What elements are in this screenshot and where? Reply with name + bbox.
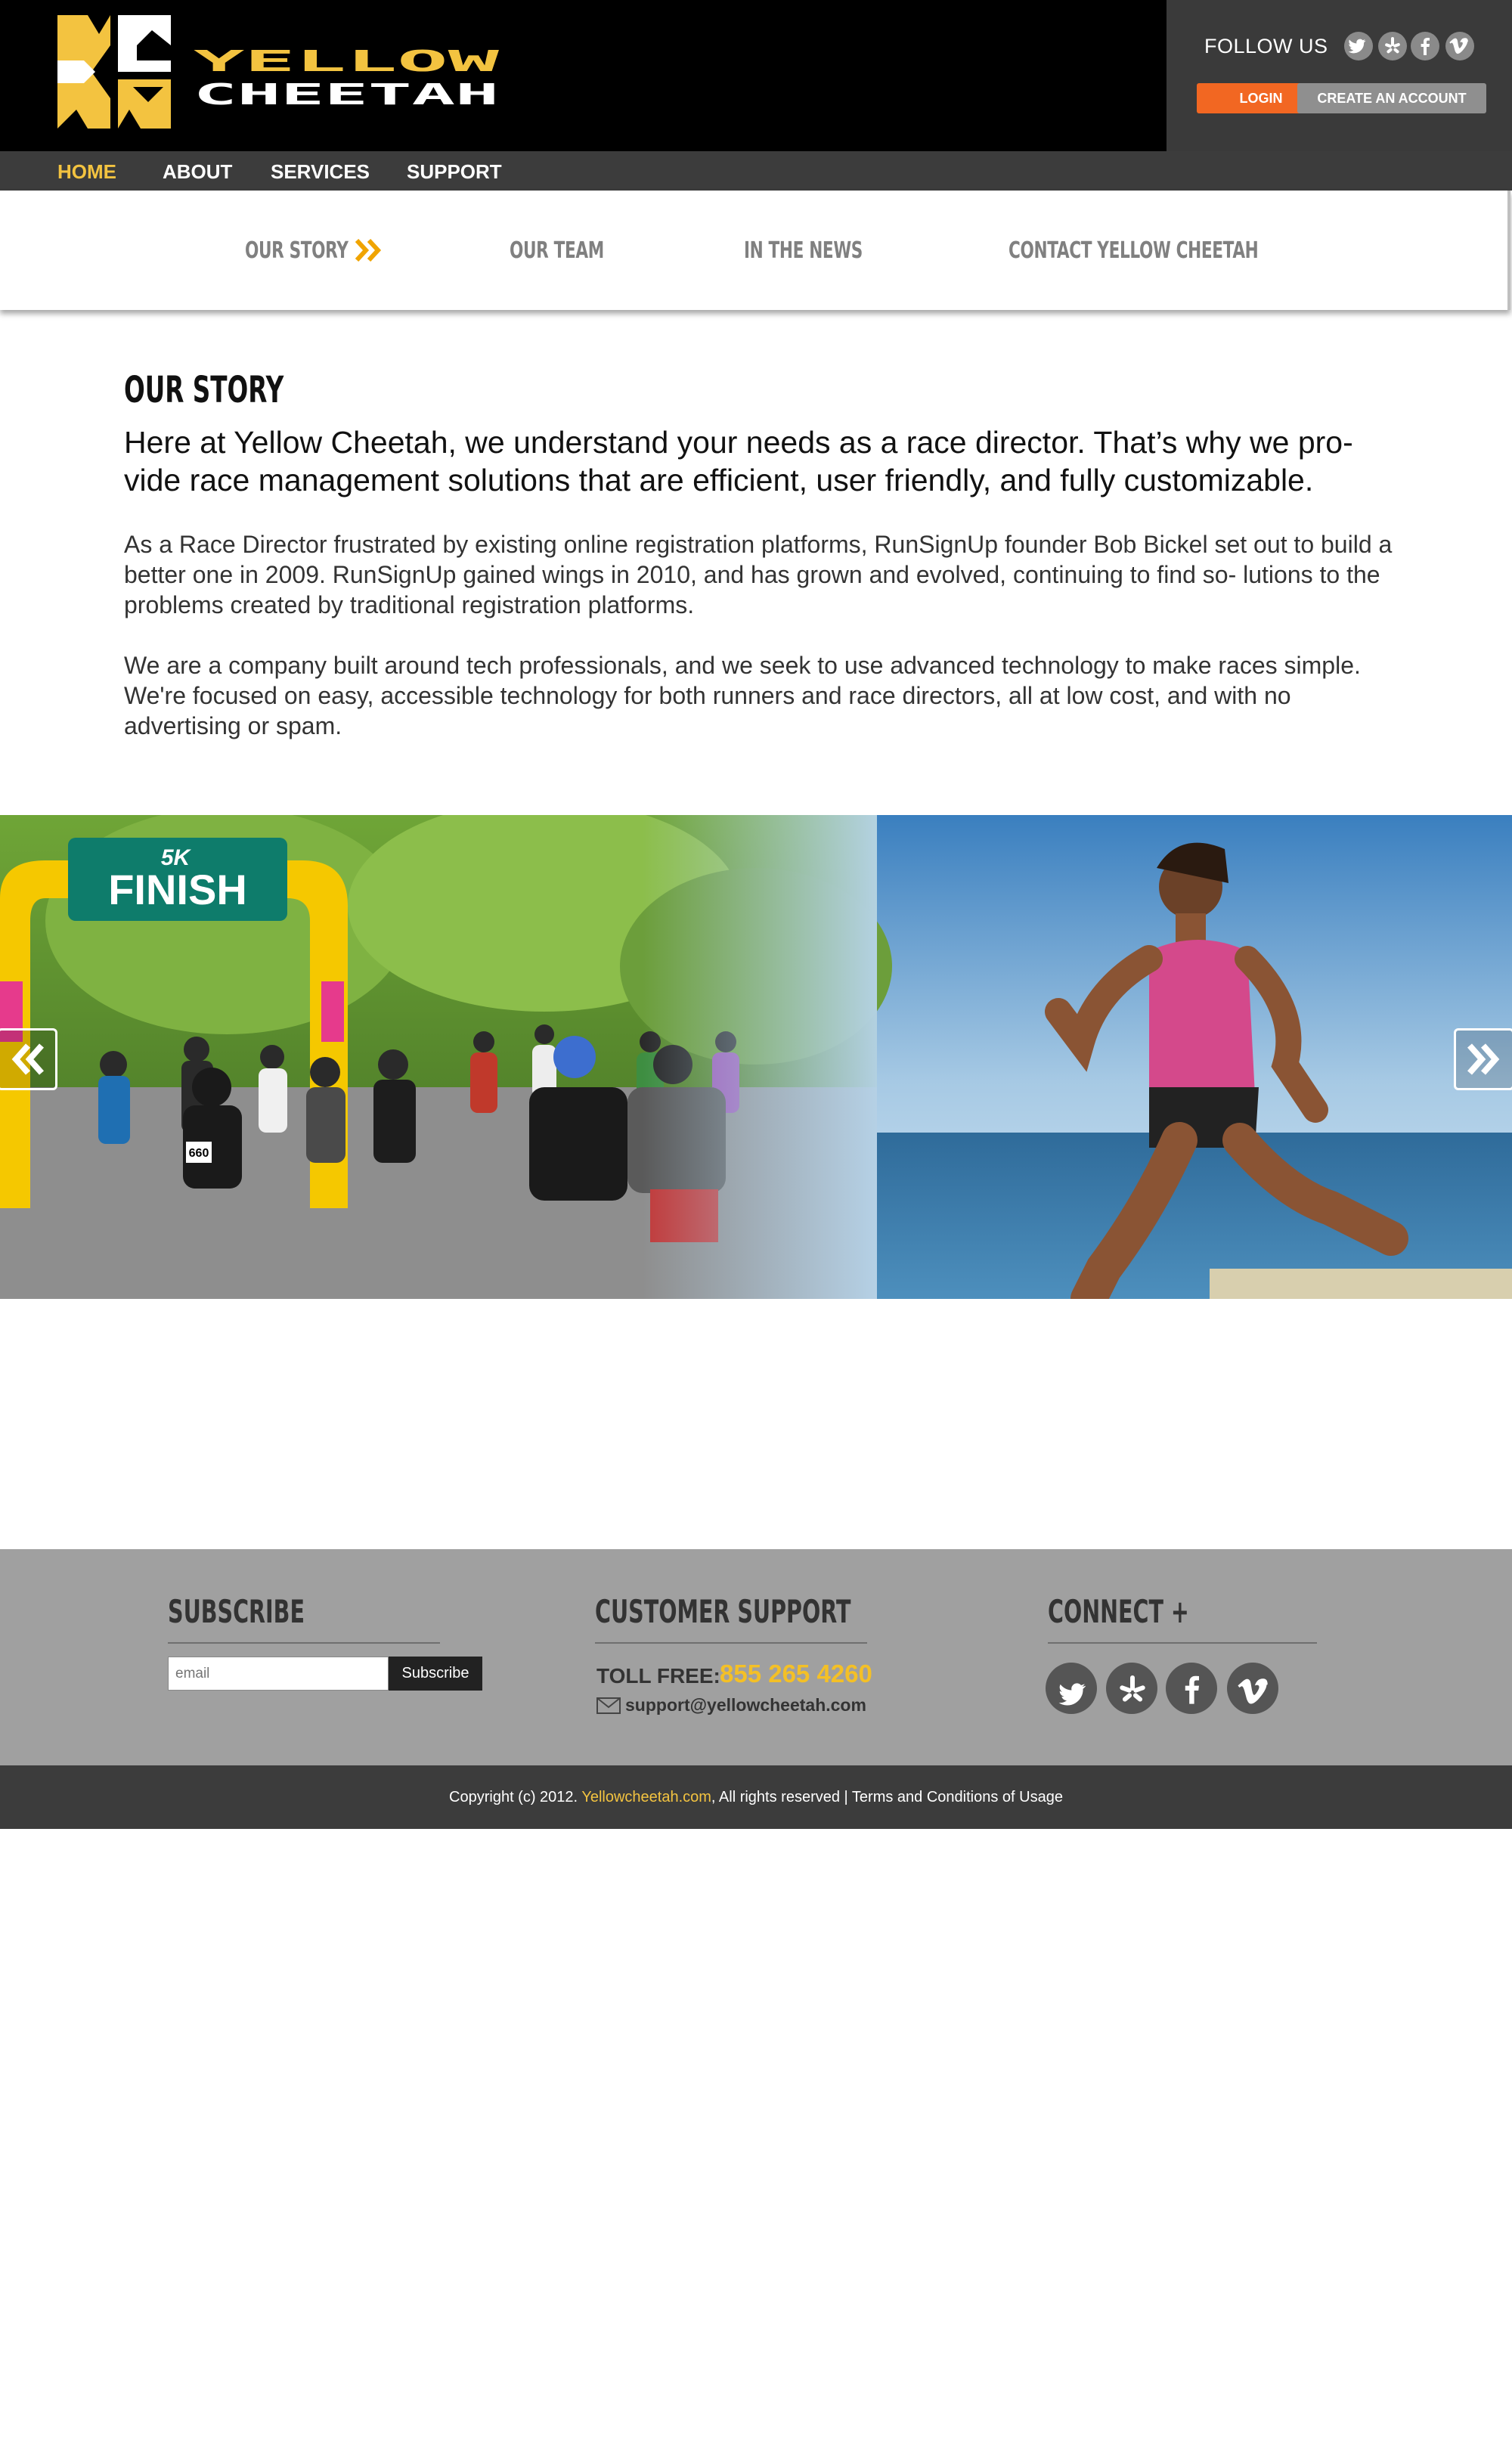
subscribe-email-input[interactable] xyxy=(168,1657,389,1691)
site-header: YELLOW CHEETAH FOLLOW US LOGIN CREATE AN… xyxy=(0,0,1512,151)
story-paragraph-1: As a Race Director frustrated by existin… xyxy=(124,531,1393,618)
story-paragraph-2: We are a company built around tech profe… xyxy=(124,652,1361,739)
twitter-icon[interactable] xyxy=(1046,1663,1097,1714)
subnav-our-story[interactable]: OUR STORY xyxy=(245,237,349,264)
wordmark-logo: YELLOW CHEETAH xyxy=(194,45,499,106)
double-chevron-right-icon xyxy=(1467,1043,1500,1075)
page-title: OUR STORY xyxy=(124,369,284,411)
nav-item-support[interactable]: SUPPORT xyxy=(407,160,502,184)
site-footer: SUBSCRIBE Subscribe CUSTOMER SUPPORT TOL… xyxy=(0,1549,1512,1765)
toll-free-number[interactable]: 855 265 4260 xyxy=(720,1660,872,1688)
copyright-bar: Copyright (c) 2012. Yellowcheetah.com, A… xyxy=(0,1765,1512,1829)
copyright-prefix: Copyright (c) 2012. xyxy=(449,1789,582,1805)
sub-nav: OUR STORY OUR TEAM IN THE NEWS CONTACT Y… xyxy=(0,191,1510,310)
support-divider xyxy=(595,1642,867,1644)
yelp-icon[interactable] xyxy=(1106,1663,1157,1714)
subnav-contact[interactable]: CONTACT YELLOW CHEETAH xyxy=(1009,237,1259,264)
mail-icon xyxy=(596,1697,621,1714)
wordmark-line1: YELLOW xyxy=(194,45,499,78)
copyright-site-link[interactable]: Yellowcheetah.com xyxy=(581,1789,711,1805)
double-chevron-right-icon xyxy=(355,239,382,262)
copyright-suffix[interactable]: , All rights reserved | Terms and Condit… xyxy=(711,1789,1063,1805)
race-bib-text: 660 xyxy=(189,1147,209,1160)
twitter-icon[interactable] xyxy=(1344,32,1373,60)
create-account-button[interactable]: CREATE AN ACCOUNT xyxy=(1297,83,1486,113)
subnav-our-team[interactable]: OUR TEAM xyxy=(510,237,604,264)
hero-banner: FINISH 5K 660 xyxy=(0,815,1512,1299)
cheetah-logo-icon[interactable] xyxy=(57,15,171,129)
header-account-panel: FOLLOW US LOGIN CREATE AN ACCOUNT xyxy=(1167,0,1512,151)
subscribe-button[interactable]: Subscribe xyxy=(389,1657,482,1691)
nav-item-home[interactable]: HOME xyxy=(57,160,116,184)
nav-item-about[interactable]: ABOUT xyxy=(163,160,232,184)
connect-heading: CONNECT + xyxy=(1048,1593,1189,1630)
wordmark-line2: CHEETAH xyxy=(194,78,499,106)
customer-support-heading: CUSTOMER SUPPORT xyxy=(595,1593,851,1630)
toll-free-label: TOLL FREE: xyxy=(596,1664,720,1688)
support-email-link[interactable]: support@yellowcheetah.com xyxy=(625,1695,866,1716)
banner-prev-button[interactable] xyxy=(0,1028,57,1090)
banner-next-button[interactable] xyxy=(1454,1028,1512,1090)
story-lead: Here at Yellow Cheetah, we understand yo… xyxy=(124,425,1353,497)
subnav-in-the-news[interactable]: IN THE NEWS xyxy=(744,237,863,264)
vimeo-icon[interactable] xyxy=(1445,32,1474,60)
nav-item-services[interactable]: SERVICES xyxy=(271,160,370,184)
subscribe-heading: SUBSCRIBE xyxy=(168,1593,305,1630)
connect-divider xyxy=(1048,1642,1317,1644)
follow-us-label: FOLLOW US xyxy=(1204,35,1328,57)
hero-banner-image: FINISH 5K 660 xyxy=(0,815,1512,1299)
main-nav: HOME ABOUT SERVICES SUPPORT xyxy=(0,151,1512,191)
vimeo-icon[interactable] xyxy=(1227,1663,1278,1714)
finish-badge-text: 5K xyxy=(161,845,192,870)
yelp-icon[interactable] xyxy=(1378,32,1407,60)
facebook-icon[interactable] xyxy=(1166,1663,1217,1714)
finish-sign-text: FINISH xyxy=(108,866,247,913)
double-chevron-left-icon xyxy=(11,1043,44,1075)
facebook-icon[interactable] xyxy=(1411,32,1439,60)
subscribe-divider xyxy=(168,1642,440,1644)
